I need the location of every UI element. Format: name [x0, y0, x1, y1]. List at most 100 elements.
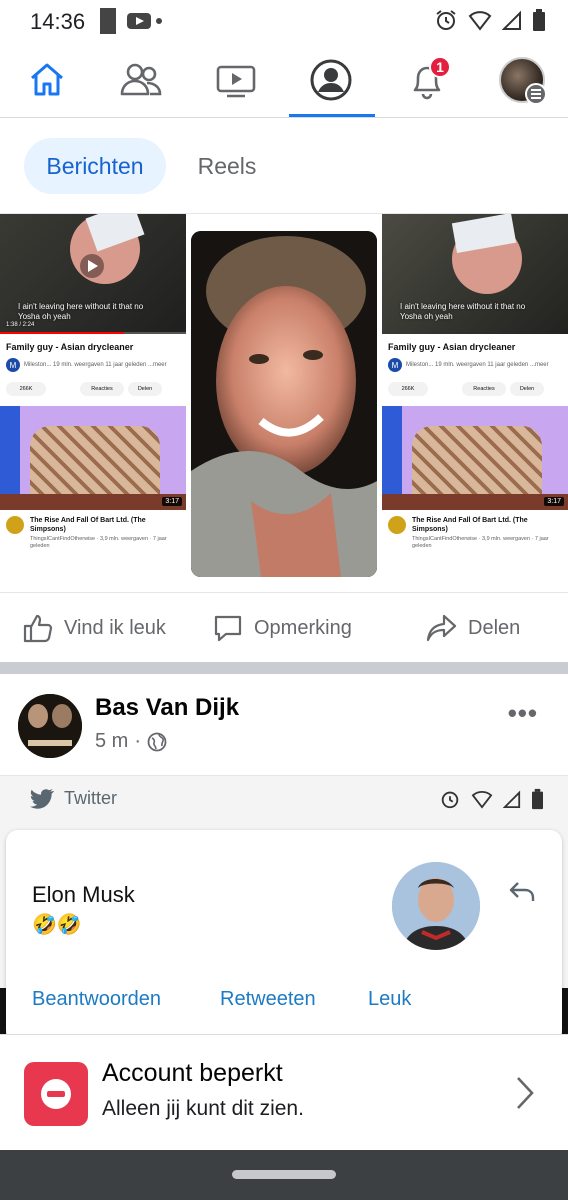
reply-arrow-icon [509, 882, 535, 901]
likes-pill-right: 266K [388, 382, 428, 396]
video-title-2: The Rise And Fall Of Bart Ltd. (The Simp… [30, 517, 146, 533]
video-title: Family guy - Asian drycleaner [6, 342, 134, 352]
video-frame: I ain't leaving here without it that no Y… [0, 214, 186, 334]
nav-home[interactable] [5, 42, 89, 118]
video-title-right-2: The Rise And Fall Of Bart Ltd. (The Simp… [412, 517, 528, 533]
video-time: 1:38 / 2:24 [6, 322, 35, 328]
share-pill-right: Delen [510, 382, 544, 396]
comment-icon [214, 615, 242, 642]
post-header: Bas Van Dijk 5 m · ••• [0, 674, 568, 776]
reactions-pill: Reacties [80, 382, 124, 396]
twitter-source-label: Twitter [64, 788, 118, 808]
video-meta-right-2: ThingsICantFindOtherwise · 3,9 mln. weer… [412, 536, 549, 549]
youtube-screenshot-right: I ain't leaving here without it that no Y… [382, 214, 568, 592]
home-gesture-pill[interactable] [232, 1170, 336, 1179]
tweet-like-action: Leuk [368, 988, 412, 1010]
nav-active-indicator [289, 114, 375, 117]
share-label: Delen [468, 616, 521, 639]
battery-icon-2 [532, 788, 543, 810]
profile-icon [310, 59, 352, 101]
tweet-card: Elon Musk 🤣🤣 Beantwoorden Retweeten Leuk [6, 830, 562, 1034]
alarm-icon [436, 10, 456, 30]
tab-posts[interactable]: Berichten [24, 138, 166, 194]
restricted-icon [24, 1062, 88, 1126]
channel-avatar-right: M [388, 358, 402, 372]
thumbs-up-icon [23, 614, 53, 643]
top-navigation: 1 [0, 42, 568, 118]
nav-menu[interactable] [480, 42, 564, 118]
video-title-right: Family guy - Asian drycleaner [388, 342, 516, 352]
post-time[interactable]: 5 m [95, 730, 128, 753]
video-subtitle: I ain't leaving here without it that no Y… [18, 302, 144, 321]
restricted-subtitle: Alleen jij kunt dit zien. [102, 1097, 304, 1120]
tweet-screenshot[interactable]: Twitter Elon Musk 🤣🤣 Beantwoorden Retwee… [0, 776, 568, 1034]
comment-button[interactable]: Opmerking [212, 593, 352, 663]
comment-label: Opmerking [254, 616, 352, 639]
alarm-icon-2 [441, 791, 459, 809]
channel-avatar-right-2 [388, 516, 406, 534]
status-time: 14:36 [30, 9, 86, 34]
thumbnail-simpsons-right: 3:17 [382, 406, 568, 510]
video-duration: 3:17 [162, 497, 182, 506]
tweet-author-avatar [392, 862, 480, 950]
tweet-text: 🤣🤣 [32, 914, 82, 936]
twitter-notification-header: Twitter [30, 788, 117, 809]
nav-profile[interactable] [289, 42, 373, 118]
video-meta: Mileston... 19 mln. weergaven 11 jaar ge… [24, 362, 167, 368]
more-options-icon[interactable]: ••• [508, 698, 538, 729]
channel-avatar-2 [6, 516, 24, 534]
wifi-icon [468, 11, 492, 31]
no-entry-icon [41, 1079, 71, 1109]
chevron-right-icon [517, 1077, 534, 1109]
video-meta-right: Mileston... 19 mln. weergaven 11 jaar ge… [406, 362, 549, 368]
tweet-retweet-action: Retweeten [220, 988, 316, 1010]
tab-reels[interactable]: Reels [180, 138, 274, 194]
feed-separator [0, 662, 568, 674]
account-restricted-banner[interactable]: Account beperkt Alleen jij kunt dit zien… [0, 1034, 568, 1150]
like-label: Vind ik leuk [64, 616, 166, 639]
tweet-author-name: Elon Musk [32, 882, 135, 907]
author-name[interactable]: Bas Van Dijk [95, 694, 239, 722]
post-media-collage[interactable]: I ain't leaving here without it that no Y… [0, 214, 568, 592]
nav-video[interactable] [194, 42, 278, 118]
thumbnail-simpsons: 3:17 [0, 406, 186, 510]
battery-icon [533, 9, 545, 31]
share-button[interactable]: Delen [426, 593, 520, 663]
signal-icon-2 [503, 790, 521, 808]
nav-friends[interactable] [99, 42, 183, 118]
profile-filter-tabs: Berichten Reels [0, 118, 568, 214]
play-icon [80, 254, 104, 278]
likes-pill: 266K [6, 382, 46, 396]
portrait-illustration [191, 231, 377, 577]
channel-avatar: M [6, 358, 20, 372]
separator-dot: · [134, 730, 142, 752]
restricted-title: Account beperkt [102, 1059, 283, 1087]
youtube-notification-icon [127, 13, 151, 29]
sim-card-icon [100, 8, 116, 34]
dot-icon [156, 18, 162, 24]
video-frame-right: I ain't leaving here without it that no Y… [382, 214, 568, 334]
video-icon [216, 65, 256, 98]
post-time-row: 5 m · [95, 730, 167, 753]
share-icon [426, 614, 457, 642]
video-duration-right: 3:17 [544, 497, 564, 506]
like-button[interactable]: Vind ik leuk [22, 593, 166, 663]
status-icons-right [434, 8, 546, 32]
share-pill: Delen [128, 382, 162, 396]
post-actions: Vind ik leuk Opmerking Delen [0, 592, 568, 662]
tweet-avatar-image [392, 862, 480, 950]
globe-icon [147, 732, 167, 751]
author-avatar[interactable] [18, 694, 82, 758]
signal-icon [502, 10, 521, 30]
nav-notifications[interactable]: 1 [385, 42, 469, 118]
system-navigation-bar [0, 1150, 568, 1200]
screenshot-edge-right [562, 988, 568, 1034]
menu-hamburger-icon [525, 83, 547, 105]
video-meta-2: ThingsICantFindOtherwise · 3,9 mln. weer… [30, 536, 167, 549]
author-avatar-image [18, 694, 82, 758]
home-icon [31, 63, 63, 96]
youtube-screenshot-left: I ain't leaving here without it that no Y… [0, 214, 186, 592]
menu-avatar-icon [499, 57, 547, 105]
wifi-icon-2 [471, 791, 493, 809]
tweet-reply-action: Beantwoorden [32, 988, 161, 1010]
